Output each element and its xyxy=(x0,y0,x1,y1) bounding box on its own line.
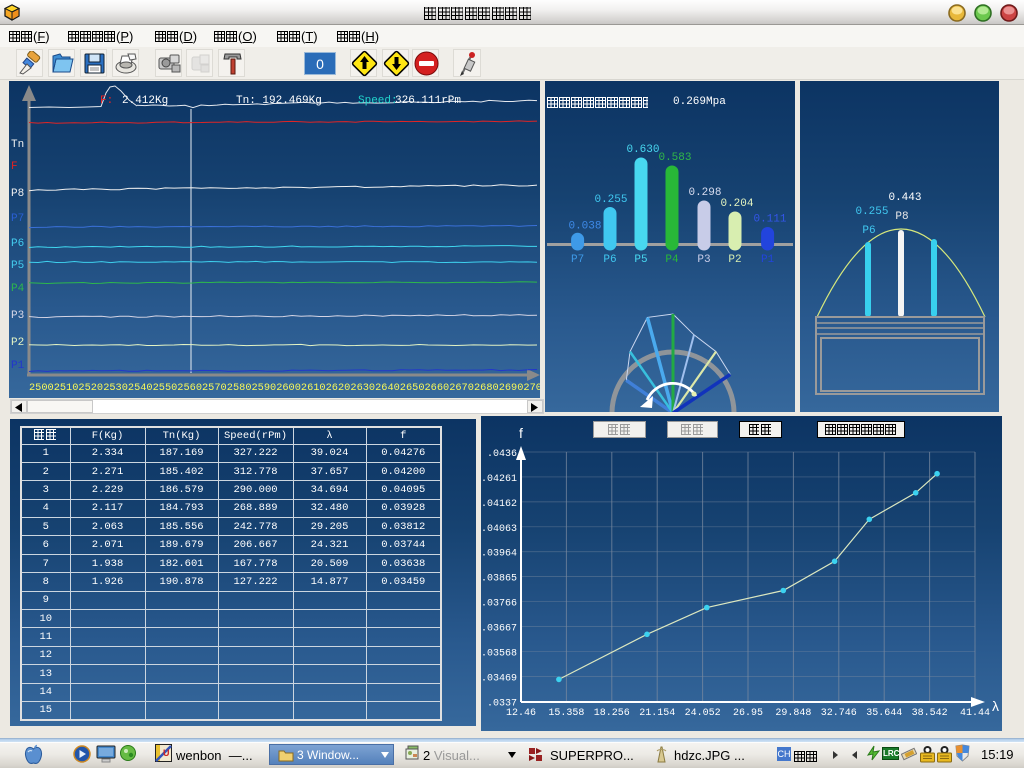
svg-text:2640: 2640 xyxy=(375,382,400,394)
svg-text:0.204: 0.204 xyxy=(720,198,753,210)
svg-text:15.358: 15.358 xyxy=(548,708,584,719)
svg-text:2520: 2520 xyxy=(78,382,103,394)
svg-text:.03469: .03469 xyxy=(481,673,517,684)
svg-text:24.052: 24.052 xyxy=(685,708,721,719)
svg-text:26.95: 26.95 xyxy=(733,708,763,719)
svg-text:.04162: .04162 xyxy=(481,499,517,510)
svg-text:2.412Kg: 2.412Kg xyxy=(122,95,168,107)
svg-text:2600: 2600 xyxy=(276,382,301,394)
svg-text:326.111rPm: 326.111rPm xyxy=(395,95,461,107)
svg-text:21.154: 21.154 xyxy=(639,708,675,719)
svg-text:P6: P6 xyxy=(862,225,875,237)
svg-text:Tn: Tn xyxy=(11,139,24,151)
svg-text:λ: λ xyxy=(992,698,999,714)
svg-text:P4: P4 xyxy=(11,283,25,295)
svg-text:0.583: 0.583 xyxy=(658,152,691,164)
svg-text:P3: P3 xyxy=(697,254,710,266)
svg-text:2610: 2610 xyxy=(301,382,326,394)
svg-text:0.298: 0.298 xyxy=(688,187,721,199)
svg-text:P5: P5 xyxy=(11,260,24,272)
svg-text:.03964: .03964 xyxy=(481,549,517,560)
svg-text:0.443: 0.443 xyxy=(888,192,921,204)
svg-text:2590: 2590 xyxy=(252,382,277,394)
svg-text:P6: P6 xyxy=(603,254,616,266)
svg-text:P8: P8 xyxy=(11,188,24,200)
svg-text:P3: P3 xyxy=(11,310,24,322)
svg-text:.04063: .04063 xyxy=(481,524,517,535)
svg-text:2690: 2690 xyxy=(499,382,524,394)
svg-text:2540: 2540 xyxy=(128,382,153,394)
svg-text:F: F xyxy=(11,161,18,173)
svg-text:f: f xyxy=(519,425,523,441)
svg-text:.03667: .03667 xyxy=(481,624,517,635)
svg-text:2660: 2660 xyxy=(425,382,450,394)
svg-text:2650: 2650 xyxy=(400,382,425,394)
svg-text:2620: 2620 xyxy=(326,382,351,394)
svg-text:0.255: 0.255 xyxy=(855,206,888,218)
svg-text:2570: 2570 xyxy=(202,382,227,394)
svg-text:P7: P7 xyxy=(11,213,24,225)
svg-text:2700: 2700 xyxy=(523,382,540,394)
svg-text:P7: P7 xyxy=(571,254,584,266)
svg-text:2530: 2530 xyxy=(103,382,128,394)
svg-text:12.46: 12.46 xyxy=(506,708,536,719)
svg-text:0.630: 0.630 xyxy=(626,144,659,156)
svg-text:.03766: .03766 xyxy=(481,599,517,610)
svg-text:41.44: 41.44 xyxy=(960,708,990,719)
svg-text:0.255: 0.255 xyxy=(594,194,627,206)
svg-text:P2: P2 xyxy=(11,337,24,349)
svg-text:38.542: 38.542 xyxy=(912,708,948,719)
svg-text:Speed:: Speed: xyxy=(358,95,398,107)
svg-text:32.746: 32.746 xyxy=(821,708,857,719)
svg-text:2680: 2680 xyxy=(474,382,499,394)
svg-text:2580: 2580 xyxy=(227,382,252,394)
svg-text:0.111: 0.111 xyxy=(753,214,786,226)
svg-text:2500: 2500 xyxy=(29,382,54,394)
svg-text:P6: P6 xyxy=(11,238,24,250)
svg-text:P1: P1 xyxy=(761,254,775,266)
svg-text:P1: P1 xyxy=(11,360,25,372)
svg-text:.03865: .03865 xyxy=(481,574,517,585)
svg-text:2550: 2550 xyxy=(153,382,178,394)
svg-text:.03568: .03568 xyxy=(481,648,517,659)
svg-text:U: U xyxy=(163,748,170,758)
svg-text:P2: P2 xyxy=(728,254,741,266)
svg-text:F:: F: xyxy=(100,95,113,107)
svg-text:.04261: .04261 xyxy=(481,474,517,485)
svg-text:.0436: .0436 xyxy=(487,449,517,460)
svg-text:P8: P8 xyxy=(895,211,908,223)
svg-text:2630: 2630 xyxy=(350,382,375,394)
svg-text:0.038: 0.038 xyxy=(568,221,601,233)
svg-text:P5: P5 xyxy=(634,254,647,266)
svg-text:2510: 2510 xyxy=(54,382,79,394)
svg-text:2670: 2670 xyxy=(449,382,474,394)
svg-text:29.848: 29.848 xyxy=(775,708,811,719)
svg-text:35.644: 35.644 xyxy=(866,708,902,719)
svg-text:P4: P4 xyxy=(665,254,679,266)
svg-text:2560: 2560 xyxy=(177,382,202,394)
svg-text:Tn: 192.469Kg: Tn: 192.469Kg xyxy=(236,95,322,107)
svg-text:18.256: 18.256 xyxy=(594,708,630,719)
